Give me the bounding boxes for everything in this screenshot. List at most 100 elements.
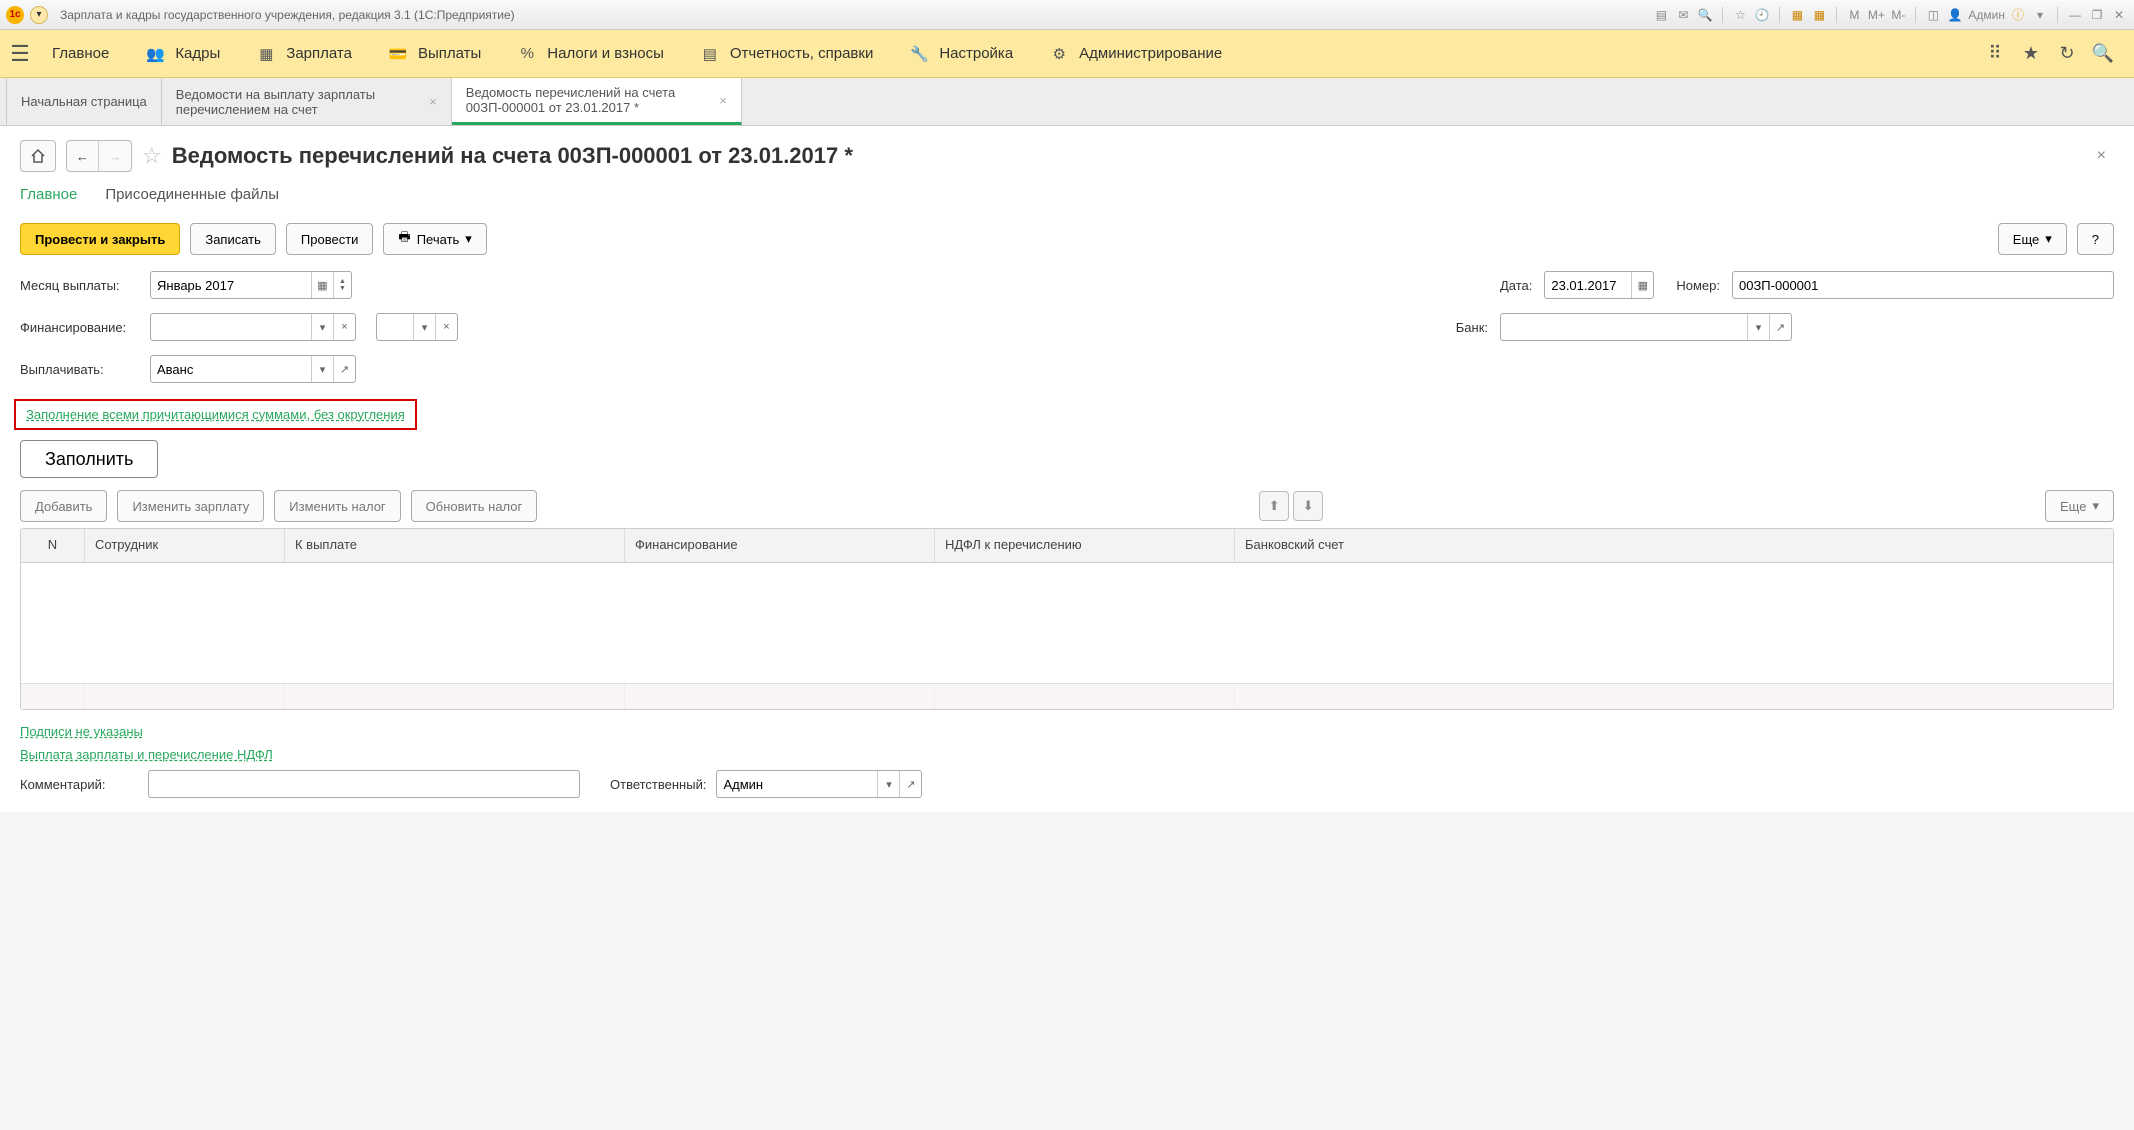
print-button[interactable]: 🖶Печать▾ [383, 223, 486, 255]
user-name[interactable]: Админ [1968, 6, 2005, 24]
close-page-icon[interactable]: × [2089, 143, 2114, 169]
clear-icon[interactable]: × [435, 314, 457, 340]
finance-field[interactable]: ▾ × [150, 313, 356, 341]
more-button[interactable]: Еще ▾ [1998, 223, 2067, 255]
calendar-picker-icon[interactable]: ▦ [311, 272, 333, 298]
info-dropdown-icon[interactable]: ▾ [2031, 6, 2049, 24]
bank-field[interactable]: ▾ ↗ [1500, 313, 1792, 341]
calc-icon[interactable]: ▦ [1788, 6, 1806, 24]
menu-settings[interactable]: 🔧Настройка [891, 36, 1031, 72]
responsible-field[interactable]: ▾ ↗ [716, 770, 922, 798]
subtab-files[interactable]: Присоединенные файлы [105, 186, 279, 207]
chevron-down-icon[interactable]: ▾ [311, 356, 333, 382]
menu-admin[interactable]: ⚙Администрирование [1031, 36, 1240, 72]
home-button[interactable] [20, 140, 56, 172]
dropdown-circle-icon[interactable]: ▾ [30, 6, 48, 24]
star-icon[interactable]: ★ [2020, 43, 2042, 65]
maximize-icon[interactable]: ❐ [2088, 6, 2106, 24]
move-up-icon[interactable]: ⬆ [1259, 491, 1289, 521]
user-icon[interactable]: 👤 [1946, 6, 1964, 24]
col-finance[interactable]: Финансирование [625, 529, 935, 562]
pay-field[interactable]: ▾ ↗ [150, 355, 356, 383]
calendar-icon[interactable]: ▦ [1810, 6, 1828, 24]
pay-input[interactable] [151, 356, 311, 382]
minimize-icon[interactable]: — [2066, 6, 2084, 24]
open-icon[interactable]: ↗ [899, 771, 921, 797]
menu-reports[interactable]: ▤Отчетность, справки [682, 36, 891, 72]
table-more-button[interactable]: Еще ▾ [2045, 490, 2114, 522]
move-down-icon[interactable]: ⬇ [1293, 491, 1323, 521]
table-body[interactable] [21, 563, 2113, 683]
back-button[interactable]: ← [67, 141, 99, 171]
month-field[interactable]: ▦ ▲▼ [150, 271, 352, 299]
save-button[interactable]: Записать [190, 223, 276, 255]
search-icon[interactable]: 🔍 [2092, 43, 2114, 65]
menu-payments[interactable]: 💳Выплаты [370, 36, 499, 72]
tab-current-doc[interactable]: Ведомость перечислений на счета 00ЗП-000… [452, 78, 742, 125]
panel-icon[interactable]: ◫ [1924, 6, 1942, 24]
col-employee[interactable]: Сотрудник [85, 529, 285, 562]
comment-input[interactable] [149, 771, 579, 797]
tb-icon-1[interactable]: ▤ [1652, 6, 1670, 24]
responsible-input[interactable] [717, 771, 877, 797]
date-field[interactable]: ▦ [1544, 271, 1654, 299]
history-icon[interactable]: 🕘 [1753, 6, 1771, 24]
add-row-button[interactable]: Добавить [20, 490, 107, 522]
finance-input[interactable] [151, 314, 311, 340]
close-window-icon[interactable]: ✕ [2110, 6, 2128, 24]
forward-button[interactable]: → [99, 141, 131, 171]
fill-settings-link[interactable]: Заполнение всеми причитающимися суммами,… [26, 407, 405, 422]
close-icon[interactable]: × [719, 93, 727, 108]
signatures-link[interactable]: Подписи не указаны [20, 724, 143, 739]
finance-field-2[interactable]: ▾ × [376, 313, 458, 341]
tb-icon-3[interactable]: 🔍 [1696, 6, 1714, 24]
number-field[interactable] [1732, 271, 2114, 299]
date-input[interactable] [1545, 272, 1631, 298]
number-input[interactable] [1733, 272, 2113, 298]
close-icon[interactable]: × [429, 94, 437, 109]
clear-icon[interactable]: × [333, 314, 355, 340]
chevron-down-icon[interactable]: ▾ [413, 314, 435, 340]
comment-field[interactable] [148, 770, 580, 798]
refresh-tax-button[interactable]: Обновить налог [411, 490, 538, 522]
m-icon[interactable]: M [1845, 6, 1863, 24]
chevron-down-icon[interactable]: ▾ [877, 771, 899, 797]
menu-salary[interactable]: ▦Зарплата [238, 36, 370, 72]
open-icon[interactable]: ↗ [333, 356, 355, 382]
info-icon[interactable]: ⓘ [2009, 6, 2027, 24]
clock-icon[interactable]: ↻ [2056, 43, 2078, 65]
chevron-down-icon[interactable]: ▾ [1747, 314, 1769, 340]
col-pay[interactable]: К выплате [285, 529, 625, 562]
col-n[interactable]: N [21, 529, 85, 562]
menu-main[interactable]: Главное [34, 37, 127, 70]
chevron-down-icon: ▾ [465, 231, 472, 247]
post-and-close-button[interactable]: Провести и закрыть [20, 223, 180, 255]
finance-input-2[interactable] [377, 314, 413, 340]
col-account[interactable]: Банковский счет [1235, 529, 2113, 562]
col-ndfl[interactable]: НДФЛ к перечислению [935, 529, 1235, 562]
calendar-picker-icon[interactable]: ▦ [1631, 272, 1653, 298]
m-plus-icon[interactable]: M+ [1867, 6, 1885, 24]
menu-taxes[interactable]: %Налоги и взносы [499, 36, 682, 72]
chevron-down-icon[interactable]: ▾ [311, 314, 333, 340]
favorite-icon[interactable]: ☆ [1731, 6, 1749, 24]
menu-hr[interactable]: 👥Кадры [127, 36, 238, 72]
pay-ndfl-link[interactable]: Выплата зарплаты и перечисление НДФЛ [20, 747, 273, 762]
open-icon[interactable]: ↗ [1769, 314, 1791, 340]
bank-input[interactable] [1501, 314, 1747, 340]
edit-salary-button[interactable]: Изменить зарплату [117, 490, 264, 522]
favorite-toggle-icon[interactable]: ☆ [142, 143, 162, 169]
month-input[interactable] [151, 272, 311, 298]
hamburger-icon[interactable]: ☰ [10, 44, 30, 64]
apps-icon[interactable]: ⠿ [1984, 43, 2006, 65]
tb-icon-2[interactable]: ✉ [1674, 6, 1692, 24]
help-button[interactable]: ? [2077, 223, 2114, 255]
spinner-icon[interactable]: ▲▼ [333, 272, 351, 298]
fill-button[interactable]: Заполнить [20, 440, 158, 478]
tab-payroll-list[interactable]: Ведомости на выплату зарплаты перечислен… [162, 78, 452, 125]
subtab-main[interactable]: Главное [20, 186, 77, 207]
edit-tax-button[interactable]: Изменить налог [274, 490, 400, 522]
post-button[interactable]: Провести [286, 223, 374, 255]
m-minus-icon[interactable]: M- [1889, 6, 1907, 24]
tab-start-page[interactable]: Начальная страница [6, 78, 162, 125]
